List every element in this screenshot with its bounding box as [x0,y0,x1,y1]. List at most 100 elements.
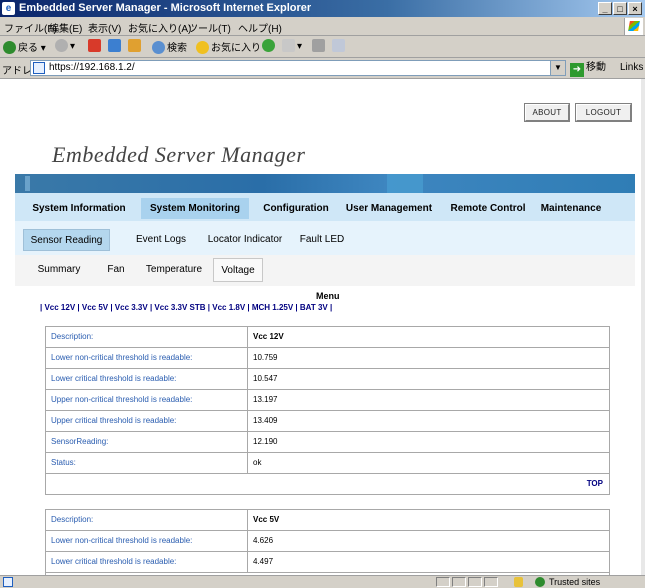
sub-tabs: Sensor Reading Event Logs Locator Indica… [15,221,635,255]
window-title: Embedded Server Manager - Microsoft Inte… [19,2,312,14]
web-content: ABOUT LOGOUT Embedded Server Manager Sys… [0,79,645,575]
menu-link-vcc5v[interactable]: Vcc 5V [82,303,108,312]
menu-tools[interactable]: ツール(T) [188,20,231,35]
address-input[interactable]: https://192.168.1.2/ ▼ [30,60,566,76]
print-button[interactable] [312,39,327,52]
refresh-icon [108,39,121,52]
favorites-button[interactable]: お気に入り [196,39,261,54]
back-button[interactable]: 戻る ▾ [3,39,46,54]
address-url: https://192.168.1.2/ [49,62,135,73]
print-icon [312,39,325,52]
row-value: 13.197 [253,395,278,404]
refresh-button[interactable] [108,39,123,52]
table-row: Lower non-critical threshold is readable… [46,531,609,552]
header-banner [15,174,635,193]
top-link[interactable]: TOP [587,479,603,488]
stop-icon [88,39,101,52]
edit-icon [332,39,345,52]
page-status-icon [3,577,13,587]
sensor-table-vcc5v: Description: Vcc 5V Lower non-critical t… [45,509,610,575]
table-row: Upper critical threshold is readable: 13… [46,411,609,432]
row-value: 13.409 [253,416,278,425]
logout-button[interactable]: LOGOUT [575,103,632,122]
tab-event-logs[interactable]: Event Logs [133,229,189,251]
tab-voltage[interactable]: Voltage [213,258,263,282]
tab-fan[interactable]: Fan [101,258,131,282]
vertical-scrollbar[interactable] [641,79,645,575]
menu-link-vcc33vstb[interactable]: Vcc 3.3V STB [154,303,205,312]
menu-link-bat3v[interactable]: BAT 3V [300,303,328,312]
menu-view[interactable]: 表示(V) [88,20,121,35]
sensor-type-tabs: Summary Fan Temperature Voltage [15,255,635,286]
row-value: Vcc 5V [253,515,280,524]
home-icon [128,39,141,52]
status-bar: Trusted sites [0,575,645,588]
menu-favorites[interactable]: お気に入り(A) [128,20,191,35]
tab-remote-control[interactable]: Remote Control [445,198,531,219]
mail-icon [282,39,295,52]
table-row: SensorReading: 12.190 [46,432,609,453]
row-value: 4.497 [253,557,274,566]
maximize-button[interactable]: □ [613,2,627,15]
row-label: Description: [46,327,248,347]
row-label: Description: [46,510,248,530]
tab-maintenance[interactable]: Maintenance [535,198,607,219]
row-label: Status: [46,453,248,473]
go-button[interactable]: ➜ 移動 [570,60,606,77]
address-dropdown-icon[interactable]: ▼ [550,61,565,75]
sensor-table-vcc12v: Description: Vcc 12V Lower non-critical … [45,326,610,495]
table-row: Lower critical threshold is readable: 10… [46,369,609,390]
about-button[interactable]: ABOUT [524,103,570,122]
tab-system-monitoring[interactable]: System Monitoring [141,198,249,219]
menu-help[interactable]: ヘルプ(H) [238,20,282,35]
toolbar: 戻る ▾ ▾ 検索 お気に入り ▾ [0,36,645,58]
row-label: Lower non-critical threshold is readable… [46,531,248,551]
menu-edit[interactable]: 編集(E) [49,20,82,35]
lock-icon [514,577,523,587]
search-button[interactable]: 検索 [152,39,187,54]
row-value: ok [253,458,262,467]
media-button[interactable] [262,39,277,52]
close-button[interactable]: × [628,2,642,15]
row-label: Upper critical threshold is readable: [46,411,248,431]
row-value: 4.626 [253,536,274,545]
minimize-button[interactable]: _ [598,2,612,15]
row-value: Vcc 12V [253,332,284,341]
security-zone: Trusted sites [549,577,601,587]
menu-link-vcc18v[interactable]: Vcc 1.8V [212,303,245,312]
row-label: Lower critical threshold is readable: [46,369,248,389]
links-label[interactable]: Links [620,62,643,73]
table-row: Status: ok [46,453,609,474]
ie-icon: e [2,2,15,15]
menu-title: Menu [316,291,340,301]
table-row: Upper non-critical threshold is readable… [46,390,609,411]
mail-button[interactable]: ▾ [282,39,302,52]
menu-link-mch125v[interactable]: MCH 1.25V [252,303,293,312]
row-value: 10.759 [253,353,278,362]
tab-summary[interactable]: Summary [35,258,83,282]
tab-sensor-reading[interactable]: Sensor Reading [23,229,110,251]
row-label: SensorReading: [46,432,248,452]
tab-temperature[interactable]: Temperature [142,258,206,282]
home-button[interactable] [128,39,143,52]
media-icon [262,39,275,52]
tab-locator-indicator[interactable]: Locator Indicator [205,229,285,251]
tab-system-information[interactable]: System Information [25,198,133,219]
row-label: Upper non-critical threshold is readable… [46,390,248,410]
title-bar: e Embedded Server Manager - Microsoft In… [0,0,645,17]
address-bar: アドレス(D) https://192.168.1.2/ ▼ ➜ 移動 Links [0,58,645,79]
menu-link-vcc12v[interactable]: Vcc 12V [44,303,75,312]
main-tabs: System Information System Monitoring Con… [15,193,635,221]
row-value: 10.547 [253,374,278,383]
menu-link-vcc33v[interactable]: Vcc 3.3V [115,303,148,312]
table-row: Lower critical threshold is readable: 4.… [46,552,609,573]
star-icon [196,41,209,54]
tab-configuration[interactable]: Configuration [255,198,337,219]
edit-button[interactable] [332,39,347,52]
table-row: Description: Vcc 5V [46,510,609,531]
tab-user-management[interactable]: User Management [339,198,439,219]
tab-fault-led[interactable]: Fault LED [297,229,347,251]
stop-button[interactable] [88,39,103,52]
forward-button[interactable]: ▾ [55,39,75,52]
trusted-zone-icon [535,577,545,587]
